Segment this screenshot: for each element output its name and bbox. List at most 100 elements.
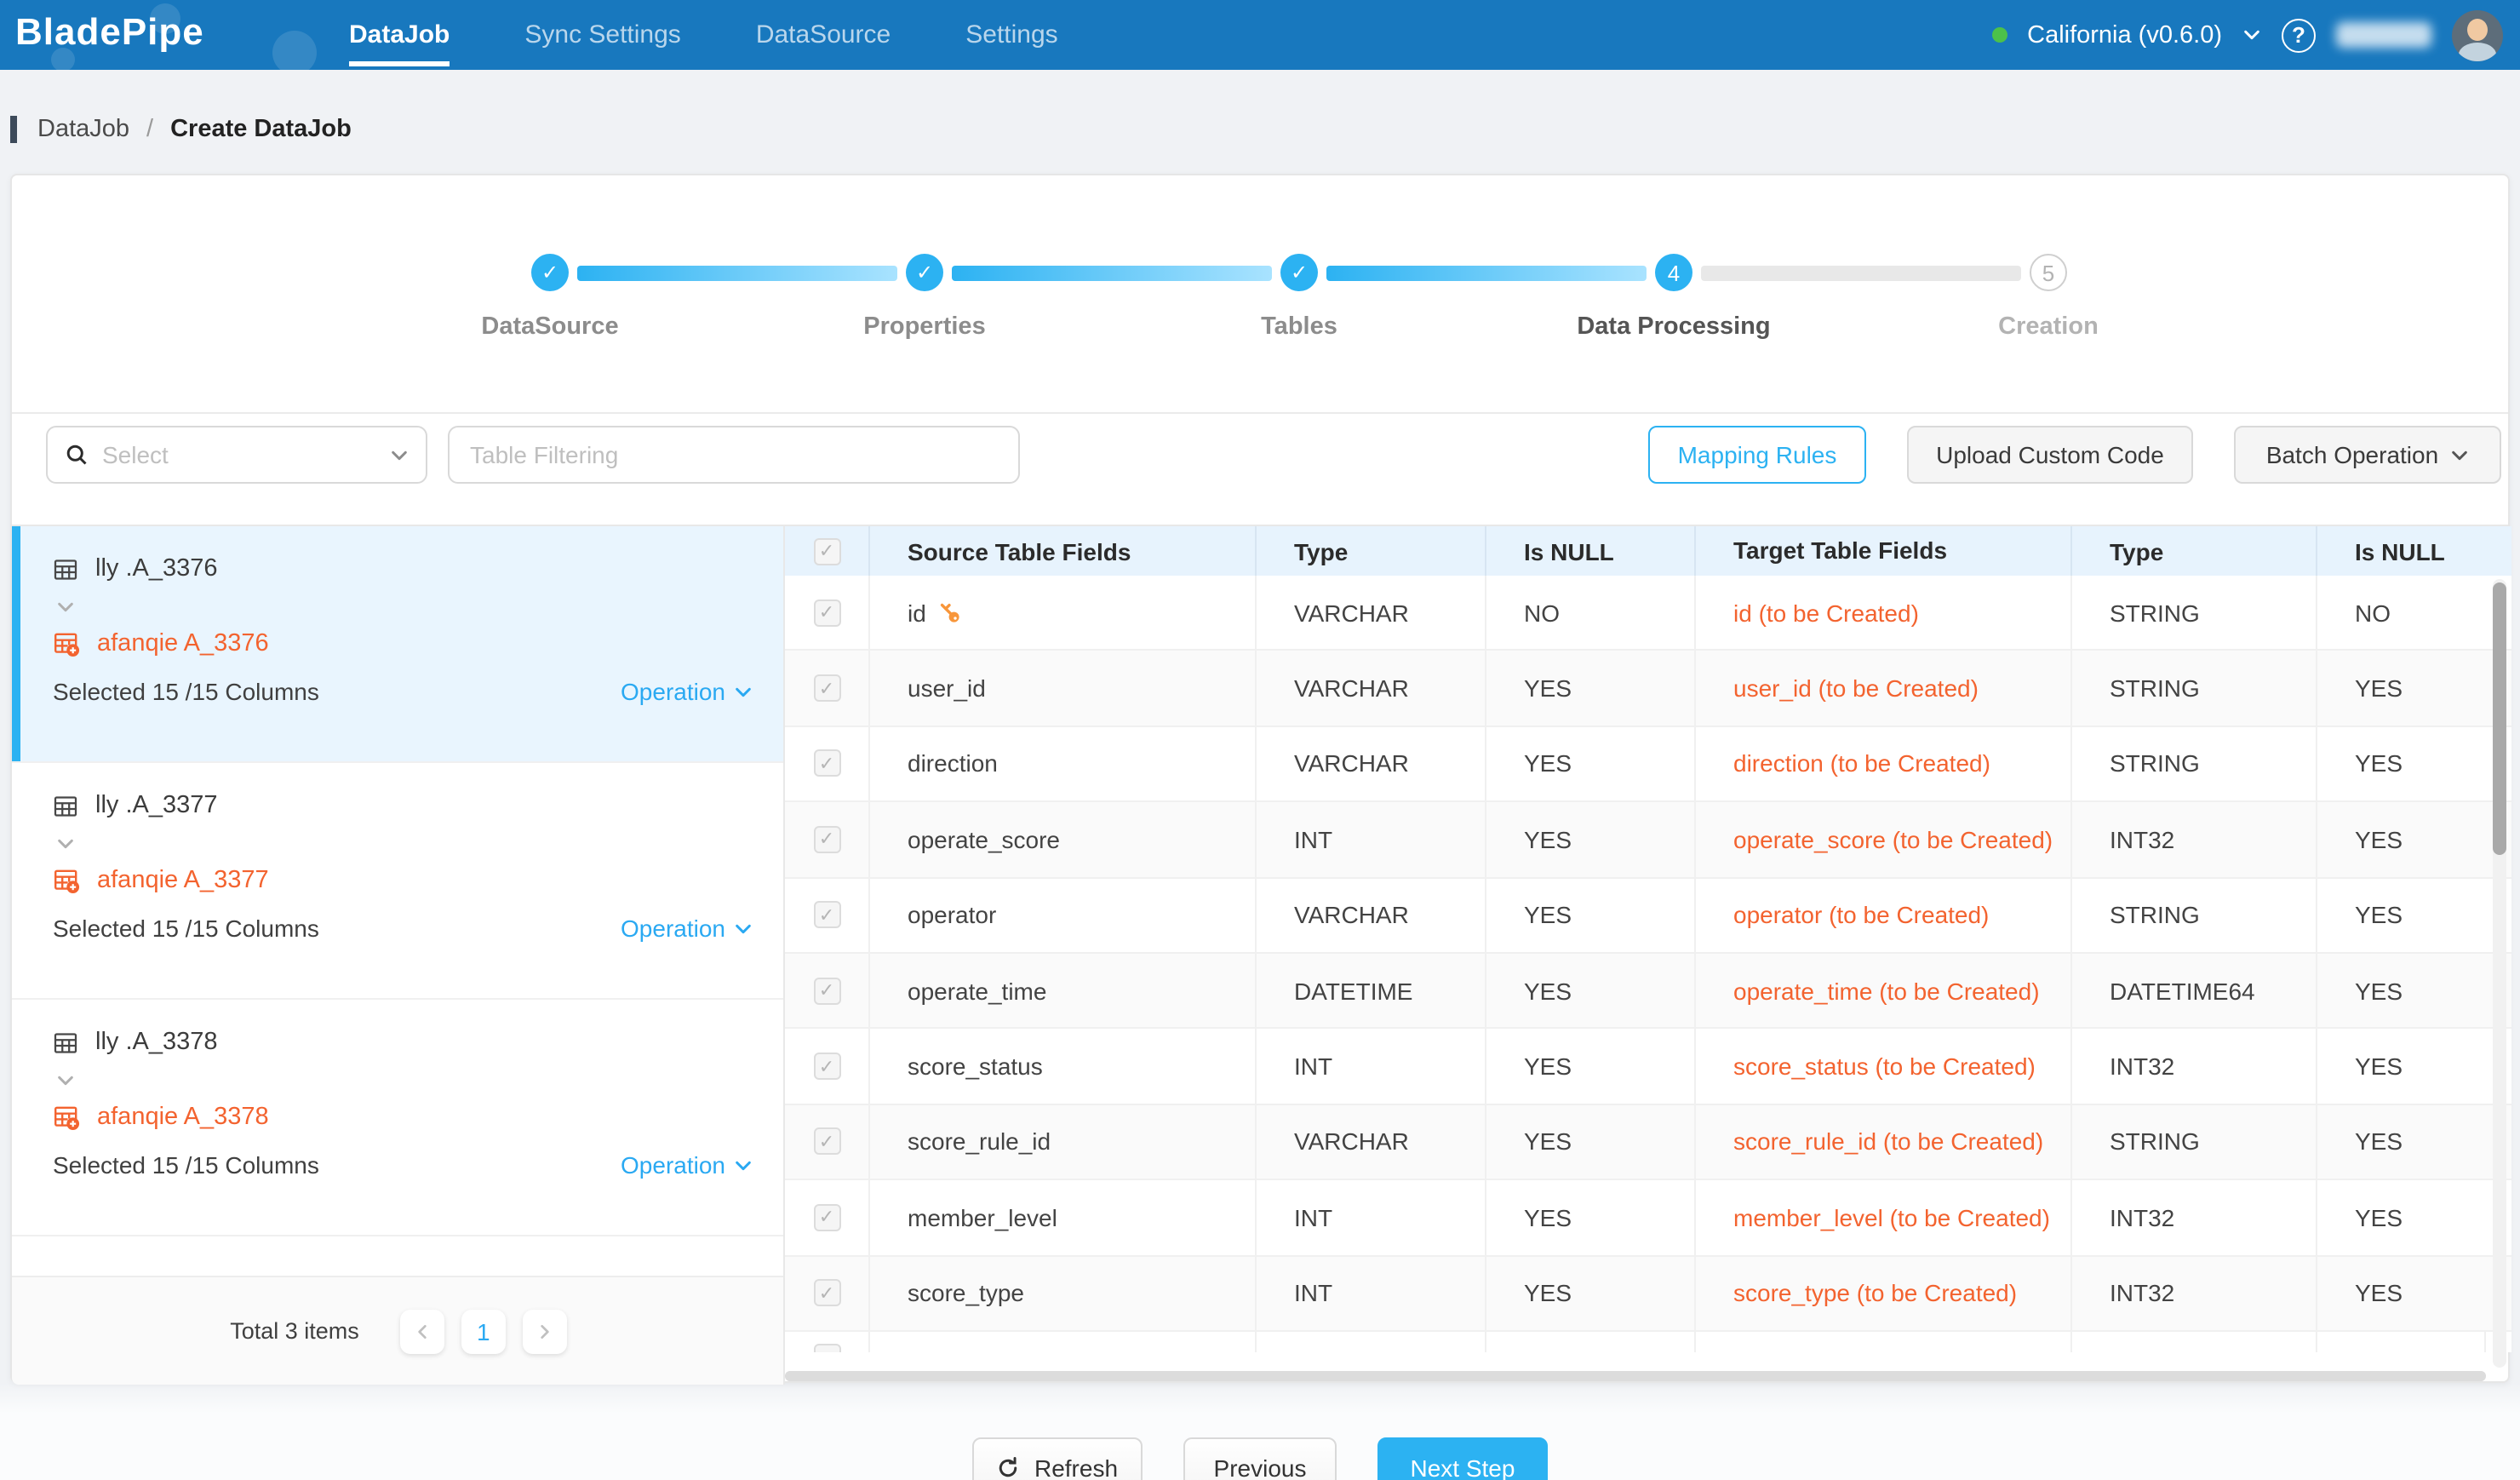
region-chevron-down-icon[interactable] [2242, 26, 2261, 44]
source-field-type: VARCHAR [1294, 1128, 1409, 1156]
target-field-name: member_level (to be Created) [1733, 1200, 2050, 1235]
step-label: Tables [1261, 313, 1337, 341]
horizontal-scrollbar[interactable] [785, 1371, 2486, 1381]
previous-button[interactable]: Previous [1183, 1437, 1337, 1480]
mapping-table-row: ✓ score_rule_id VARCHAR YES score_rule_i… [785, 1104, 2511, 1180]
table-grid-icon [53, 1030, 78, 1055]
refresh-button[interactable]: Refresh [972, 1437, 1143, 1480]
target-field-name: operate_time (to be Created) [1733, 973, 2040, 1008]
sidebar-table-item[interactable]: lly .A_3377 afanqie A_3377 Selected 15 /… [12, 763, 783, 1000]
source-field-isnull: YES [1524, 1279, 1572, 1306]
source-field-name: score_status [908, 1053, 1043, 1080]
source-field-type: INT [1294, 1053, 1332, 1080]
source-field-name: id [908, 599, 926, 626]
sidebar-table-item[interactable]: lly .A_3378 afanqie A_3378 Selected 15 /… [12, 1000, 783, 1236]
source-field-isnull: YES [1524, 1128, 1572, 1156]
target-field-type: INT32 [2110, 1053, 2174, 1080]
table-add-icon [53, 867, 80, 894]
row-checkbox[interactable]: ✓ [813, 1279, 840, 1306]
row-checkbox[interactable]: ✓ [813, 674, 840, 702]
table-filter-input[interactable] [448, 426, 1020, 484]
batch-operation-button[interactable]: Batch Operation [2234, 426, 2501, 484]
mapping-table-row: ✓ id VARCHAR NO id (to be Created) STRIN… [785, 576, 2511, 651]
row-checkbox[interactable] [814, 1344, 841, 1352]
source-field-isnull: YES [1524, 1053, 1572, 1080]
nav-item-sync-settings[interactable]: Sync Settings [524, 0, 680, 70]
source-field-isnull: YES [1524, 1204, 1572, 1231]
total-items-label: Total 3 items [230, 1318, 359, 1344]
source-field-isnull: YES [1524, 977, 1572, 1004]
prev-page-button[interactable] [400, 1309, 444, 1353]
nav-item-settings[interactable]: Settings [965, 0, 1057, 70]
step-label: Properties [863, 313, 985, 341]
breadcrumb-separator: / [146, 116, 153, 143]
header-source-fields: Source Table Fields [908, 537, 1131, 565]
source-field-type: VARCHAR [1294, 599, 1409, 626]
row-checkbox[interactable]: ✓ [813, 599, 840, 626]
chevron-down-icon [734, 682, 753, 701]
target-table-name: afanqie A_3377 [97, 867, 269, 894]
operation-dropdown[interactable]: Operation [621, 1151, 753, 1179]
selected-columns-text: Selected 15 /15 Columns [53, 1151, 319, 1179]
next-page-button[interactable] [523, 1309, 567, 1353]
row-checkbox[interactable]: ✓ [813, 1053, 840, 1080]
stepper-step: 3 ✓ Tables [1112, 254, 1486, 341]
row-checkbox[interactable]: ✓ [813, 1128, 840, 1156]
target-table-name: afanqie A_3376 [97, 630, 269, 657]
operation-dropdown[interactable]: Operation [621, 678, 753, 705]
sidebar-table-item[interactable]: lly .A_3376 afanqie A_3376 Selected 15 /… [12, 526, 783, 763]
next-step-button[interactable]: Next Step [1377, 1437, 1548, 1480]
table-grid-icon [53, 793, 78, 818]
mapping-table-header: ✓ Source Table Fields Type Is NULL Targe… [785, 526, 2511, 576]
source-field-name: score_type [908, 1279, 1024, 1306]
avatar[interactable] [2452, 9, 2503, 60]
source-field-type: VARCHAR [1294, 902, 1409, 929]
chevron-down-icon [2450, 445, 2469, 464]
row-checkbox[interactable]: ✓ [813, 902, 840, 929]
target-field-isnull: YES [2355, 826, 2403, 853]
nav-item-datajob[interactable]: DataJob [349, 0, 450, 70]
stepper-step: 2 ✓ Properties [737, 254, 1112, 341]
page-number-button[interactable]: 1 [461, 1309, 506, 1353]
target-field-type: INT32 [2110, 826, 2174, 853]
source-field-type: VARCHAR [1294, 674, 1409, 702]
table-pair-list: lly .A_3376 afanqie A_3376 Selected 15 /… [12, 526, 785, 1385]
row-checkbox[interactable]: ✓ [813, 826, 840, 853]
header-target-isnull: Is NULL [2355, 537, 2445, 565]
mapping-rules-button[interactable]: Mapping Rules [1648, 426, 1866, 484]
operation-dropdown[interactable]: Operation [621, 915, 753, 942]
source-field-type: INT [1294, 1204, 1332, 1231]
scrollbar-thumb[interactable] [2493, 582, 2506, 855]
mapping-table-row: ✓ score_type INT YES score_type (to be C… [785, 1256, 2511, 1332]
select-all-checkbox[interactable]: ✓ [813, 537, 840, 565]
app-logo[interactable]: BladePipe [15, 10, 204, 54]
mapping-table-row: ✓ score_status INT YES score_status (to … [785, 1030, 2511, 1105]
target-field-isnull: YES [2355, 1053, 2403, 1080]
upload-custom-code-button[interactable]: Upload Custom Code [1907, 426, 2193, 484]
row-checkbox[interactable]: ✓ [813, 977, 840, 1004]
table-add-icon [53, 1104, 80, 1131]
source-table-name: lly .A_3378 [95, 1029, 218, 1056]
wizard-stepper: 1 ✓ DataSource 2 ✓ Properties 3 ✓ Tables… [12, 175, 2508, 351]
source-field-isnull: NO [1524, 599, 1560, 626]
breadcrumb-parent[interactable]: DataJob [37, 116, 129, 143]
mapping-table-row: ✓ user_id VARCHAR YES user_id (to be Cre… [785, 651, 2511, 727]
source-field-name: user_id [908, 674, 986, 702]
breadcrumb-accent-bar [10, 116, 17, 143]
row-checkbox[interactable]: ✓ [813, 1204, 840, 1231]
target-field-name: score_rule_id (to be Created) [1733, 1125, 2043, 1160]
select-chevron-down-icon [390, 445, 409, 464]
schema-select[interactable]: Select [46, 426, 427, 484]
status-dot [1991, 27, 2007, 43]
search-icon [65, 443, 89, 467]
source-field-type: INT [1294, 826, 1332, 853]
partially-visible-row [785, 1332, 2511, 1352]
vertical-scrollbar[interactable] [2493, 579, 2506, 1368]
row-checkbox[interactable]: ✓ [813, 750, 840, 777]
nav-item-datasource[interactable]: DataSource [756, 0, 891, 70]
table-toolbar: Select Mapping Rules Upload Custom Code … [12, 426, 2508, 484]
source-table-row: lly .A_3376 [53, 550, 753, 588]
selected-columns-text: Selected 15 /15 Columns [53, 915, 319, 942]
help-icon[interactable]: ? [2282, 18, 2316, 52]
breadcrumb-current: Create DataJob [170, 116, 352, 143]
